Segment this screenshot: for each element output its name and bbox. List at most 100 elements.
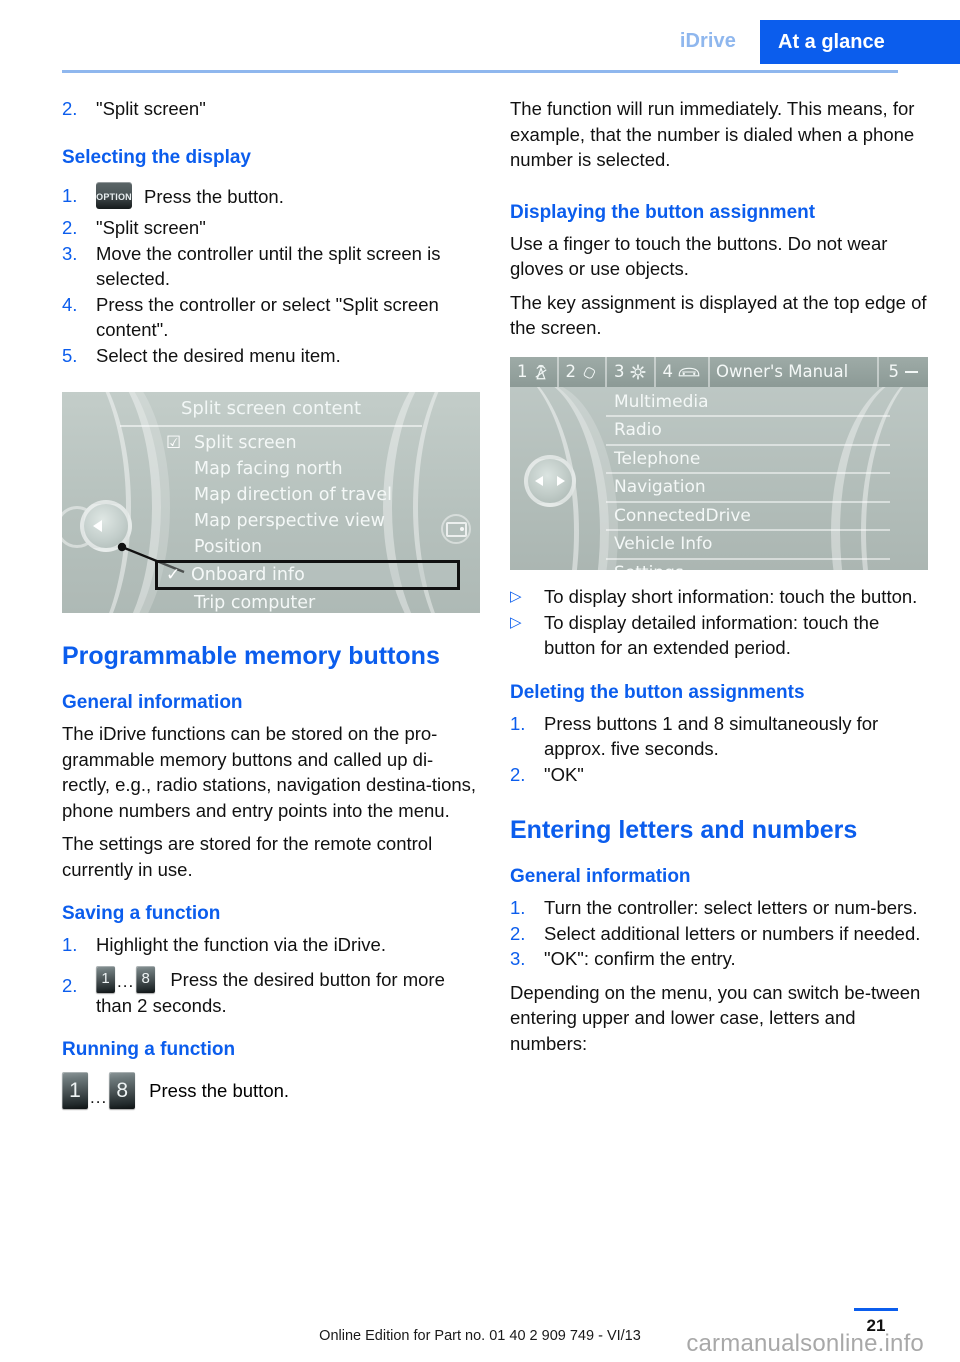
list-number: 5. <box>62 344 78 366</box>
car-front-icon <box>678 367 700 376</box>
list-number: 2. <box>62 98 78 119</box>
list-item-label: Radio <box>614 420 662 440</box>
list-item: 1. Turn the controller: select letters o… <box>510 895 928 921</box>
memory-buttons-range-icon-large: 1 ... 8 <box>62 1072 136 1109</box>
status-item-4-number: 4 <box>662 362 674 381</box>
checkbox-checked-icon: ☑ <box>166 433 182 453</box>
list-item-label: Map direction of travel <box>194 485 392 505</box>
heading-deleting-the-button-assignments: Deleting the button assignments <box>510 681 805 703</box>
list-item[interactable]: Navigation <box>606 474 890 503</box>
controller-knob-icon <box>80 500 132 552</box>
status-item-2[interactable]: 2 <box>559 356 607 387</box>
right-column: The function will run immediately. This … <box>510 96 928 1056</box>
list-text: Press the button. <box>144 185 284 207</box>
list-item[interactable]: Radio <box>606 417 890 446</box>
list-text: "OK": confirm the entry. <box>544 948 736 969</box>
list-item-label: Split screen <box>194 433 297 453</box>
memory-button-1-icon: 1 <box>62 1072 88 1109</box>
heading-programmable-memory-buttons: Programmable memory buttons <box>62 642 440 670</box>
list-item-label: Onboard info <box>191 565 305 585</box>
status-item-3-number: 3 <box>614 362 625 381</box>
bullet-text: To display detailed information: touch t… <box>544 611 880 659</box>
list-item: 3. "OK": confirm the entry. <box>510 946 928 972</box>
heading-general-information-right: General information <box>510 866 691 887</box>
list-item[interactable]: Map direction of travel <box>158 482 460 508</box>
figure-menu-list: ☑ Split screen Map facing north Map direc… <box>155 430 460 613</box>
list-text: Turn the controller: select letters or n… <box>544 897 918 918</box>
option-button-icon: OPTION <box>96 181 132 209</box>
list-number: 2. <box>510 763 526 785</box>
list-item-label: Map perspective view <box>194 511 385 531</box>
list-item: 1. Press buttons 1 and 8 simultaneously … <box>510 711 928 762</box>
list-item: 3. Move the controller until the split s… <box>62 241 480 292</box>
list-text: Select the desired menu item. <box>96 344 341 366</box>
list-text: Press the controller or select "Split sc… <box>96 293 439 341</box>
list-item[interactable]: Telephone <box>606 446 890 474</box>
bullet-item: ▷ To display detailed information: touch… <box>510 610 928 661</box>
list-number: 1. <box>510 712 526 734</box>
triangle-bullet-icon: ▷ <box>510 613 522 631</box>
page-number-rule <box>854 1308 898 1311</box>
breadcrumb-section: At a glance <box>760 20 960 64</box>
memory-button-1-label: 1 <box>101 970 110 988</box>
list-number: 2. <box>62 974 78 996</box>
heading-displaying-the-button-assignment: Displaying the button assignment <box>510 201 816 223</box>
breadcrumb-chapter: iDrive <box>679 30 736 52</box>
list-item[interactable]: Multimedia <box>606 389 890 417</box>
status-item-4[interactable]: 4 <box>656 356 710 387</box>
list-item-label: Settings <box>614 563 684 570</box>
list-number: 3. <box>510 948 526 969</box>
list-text: "Split screen" <box>96 98 206 119</box>
memory-button-8-label: 8 <box>116 1078 129 1102</box>
telephone-handset-icon <box>583 366 596 379</box>
list-item-label: Position <box>194 537 263 557</box>
figure-split-screen-content: Split screen content ☑ Split screen Map f… <box>62 392 480 613</box>
list-item-selected[interactable]: ✓ Onboard info <box>155 560 460 590</box>
list-number: 1. <box>62 934 78 955</box>
list-item: 4. Press the controller or select "Split… <box>62 292 480 343</box>
rds-antenna-icon <box>534 364 547 379</box>
paragraph: Use a finger to touch the buttons. Do no… <box>510 232 888 280</box>
list-item[interactable]: Position <box>158 534 460 560</box>
list-item[interactable]: ☑ Split screen <box>158 430 460 456</box>
figure-owners-manual-screen: 1 2 3 4 Owner's Manual 5 Multimedia Radi… <box>510 356 929 570</box>
status-item-5[interactable]: 5 <box>876 356 929 387</box>
heading-entering-letters-and-numbers: Entering letters and numbers <box>510 816 858 844</box>
dash-icon <box>905 370 918 373</box>
list-item[interactable]: Settings <box>606 560 890 570</box>
list-number: 2. <box>510 922 526 944</box>
heading-saving-a-function: Saving a function <box>62 903 221 924</box>
list-item-label: Vehicle Info <box>614 534 713 554</box>
list-item: 5. Select the desired menu item. <box>62 343 480 369</box>
bullet-item: ▷ To display short information: touch th… <box>510 584 928 610</box>
bullet-text: To display short information: touch the … <box>544 585 918 607</box>
running-function-row: 1 ... 8 Press the button. <box>62 1072 480 1109</box>
list-item[interactable]: Map facing north <box>158 456 460 482</box>
arrow-right-icon <box>557 475 565 486</box>
list-text: Select additional letters or numbers if … <box>544 922 921 944</box>
list-item[interactable]: Vehicle Info <box>606 531 890 560</box>
memory-button-8-icon: 8 <box>109 1072 136 1109</box>
page-header: iDrive At a glance <box>0 0 960 73</box>
memory-button-8-label: 8 <box>141 970 150 988</box>
option-button-label: OPTION <box>96 191 132 202</box>
list-item[interactable]: ConnectedDrive <box>606 503 890 531</box>
list-item[interactable]: Trip computer <box>158 590 460 613</box>
status-item-3[interactable]: 3 <box>607 356 656 387</box>
memory-buttons-range-icon: 1 ... 8 <box>96 965 156 993</box>
status-item-1-number: 1 <box>517 362 528 381</box>
list-text: Highlight the function via the iDrive. <box>96 934 386 955</box>
list-item: 2. 1 ... 8 Press the desired button for … <box>62 965 480 1019</box>
list-item[interactable]: Map perspective view <box>158 508 460 534</box>
ellipsis: ... <box>117 971 135 991</box>
paragraph: The function will run immediately. This … <box>510 98 915 170</box>
heading-general-information-left: General information <box>62 692 243 713</box>
list-item-label: Trip computer <box>194 593 316 613</box>
list-item: 1. Highlight the function via the iDrive… <box>62 932 480 958</box>
memory-button-8-icon: 8 <box>136 965 156 993</box>
status-item-1[interactable]: 1 <box>510 356 559 387</box>
arrow-left-icon <box>535 475 543 486</box>
list-text: "Split screen" <box>96 217 206 238</box>
list-item-label: Multimedia <box>614 391 709 412</box>
heading-selecting-the-display: Selecting the display <box>62 146 251 168</box>
